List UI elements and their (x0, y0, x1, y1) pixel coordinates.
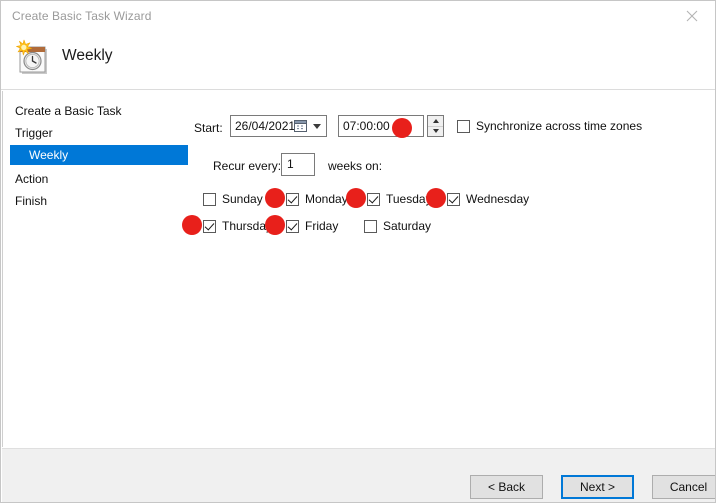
wizard-step-nav: Create a Basic Task Trigger Weekly Actio… (2, 91, 188, 447)
annotation-dot-friday (265, 215, 285, 235)
sidebar-item-weekly[interactable]: Weekly (10, 145, 188, 165)
checkbox-label: Saturday (383, 219, 432, 233)
sidebar-item-create-a-basic-task[interactable]: Create a Basic Task (3, 101, 189, 121)
page-title: Weekly (62, 47, 113, 64)
next-button[interactable]: Next > (561, 475, 634, 499)
day-checkbox-friday[interactable]: Friday (286, 218, 338, 234)
checkbox-box[interactable] (457, 119, 470, 133)
checkbox-box[interactable] (364, 219, 377, 233)
checkbox-box[interactable] (203, 192, 216, 206)
recur-every-value: 1 (287, 157, 294, 171)
start-date-value: 26/04/2021 (235, 119, 296, 133)
recur-every-input[interactable]: 1 (281, 153, 315, 176)
checkbox-box[interactable] (286, 219, 299, 233)
close-icon[interactable] (669, 1, 715, 31)
checkbox-label: Tuesday (386, 192, 432, 206)
checkbox-label: Synchronize across time zones (476, 119, 643, 133)
start-date-input[interactable]: 26/04/2021 (230, 115, 327, 137)
day-checkbox-tuesday[interactable]: Tuesday (367, 191, 432, 207)
annotation-dot-wednesday (426, 188, 446, 208)
sidebar-item-trigger[interactable]: Trigger (3, 123, 189, 143)
calendar-icon (294, 119, 308, 133)
start-label: Start: (194, 121, 223, 135)
day-checkbox-wednesday[interactable]: Wednesday (447, 191, 529, 207)
sidebar-item-action[interactable]: Action (3, 169, 189, 189)
checkbox-label: Sunday (222, 192, 263, 206)
stepper-down-icon[interactable] (428, 126, 443, 136)
day-checkbox-thursday[interactable]: Thursday (203, 218, 272, 234)
cancel-button[interactable]: Cancel (652, 475, 715, 499)
sidebar-item-label: Weekly (29, 148, 69, 162)
annotation-dot-thursday (182, 215, 202, 235)
recur-every-label: Recur every: (213, 159, 282, 173)
sidebar-item-label: Trigger (15, 126, 53, 140)
sidebar-item-label: Create a Basic Task (15, 104, 122, 118)
weekly-trigger-clock-calendar-icon (13, 37, 57, 81)
synchronize-across-time-zones-checkbox[interactable]: Synchronize across time zones (457, 118, 642, 134)
checkbox-box[interactable] (203, 219, 216, 233)
annotation-dot-tuesday (346, 188, 366, 208)
dialog-footer: < Back Next > Cancel (2, 448, 715, 502)
start-time-stepper[interactable] (427, 115, 444, 137)
checkbox-label: Wednesday (466, 192, 530, 206)
window-title: Create Basic Task Wizard (12, 9, 152, 23)
checkbox-label: Monday (305, 192, 348, 206)
checkbox-box[interactable] (367, 192, 380, 206)
trigger-settings-pane: Start: 26/04/2021 07:00:00 Synchronize a… (189, 91, 715, 447)
checkbox-box[interactable] (286, 192, 299, 206)
annotation-dot-time-field (392, 118, 412, 138)
weeks-on-label: weeks on: (328, 159, 383, 173)
chevron-down-icon[interactable] (313, 124, 321, 129)
sidebar-item-label: Action (15, 172, 49, 186)
start-time-value: 07:00:00 (343, 119, 390, 133)
create-basic-task-wizard-window: Create Basic Task Wizard Weekly Create a… (0, 0, 716, 503)
back-button[interactable]: < Back (470, 475, 543, 499)
checkbox-box[interactable] (447, 192, 460, 206)
sidebar-item-finish[interactable]: Finish (3, 191, 189, 211)
title-bar: Create Basic Task Wizard (1, 1, 715, 31)
page-header: Weekly (1, 31, 715, 90)
day-checkbox-saturday[interactable]: Saturday (364, 218, 431, 234)
annotation-dot-monday (265, 188, 285, 208)
day-checkbox-sunday[interactable]: Sunday (203, 191, 263, 207)
checkbox-label: Friday (305, 219, 339, 233)
sidebar-item-label: Finish (15, 194, 48, 208)
day-checkbox-monday[interactable]: Monday (286, 191, 348, 207)
